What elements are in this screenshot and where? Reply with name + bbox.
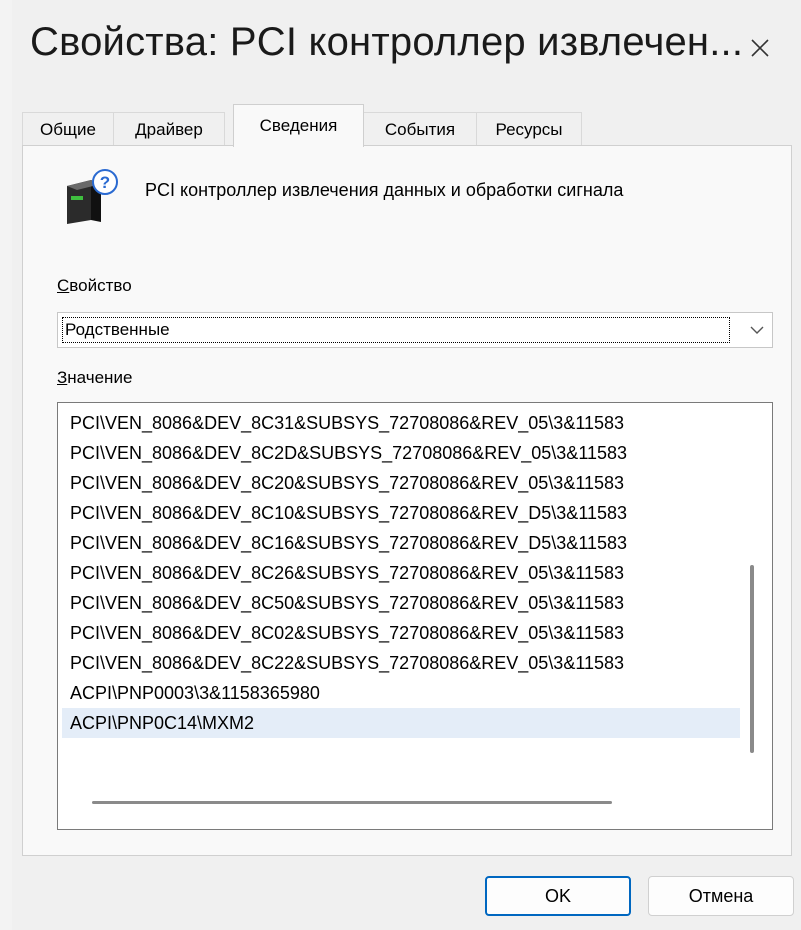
property-label: Свойство bbox=[57, 276, 132, 296]
horizontal-scrollbar[interactable] bbox=[92, 801, 612, 804]
tab-details[interactable]: Сведения bbox=[233, 104, 364, 147]
close-icon bbox=[751, 39, 769, 57]
list-item[interactable]: PCI\VEN_8086&DEV_8C22&SUBSYS_72708086&RE… bbox=[70, 648, 744, 678]
chevron-down-icon bbox=[750, 326, 764, 334]
device-name: PCI контроллер извлечения данных и обраб… bbox=[145, 180, 624, 200]
unknown-device-icon: ? bbox=[67, 169, 118, 224]
tab-resources[interactable]: Ресурсы bbox=[476, 112, 582, 146]
list-item[interactable]: PCI\VEN_8086&DEV_8C16&SUBSYS_72708086&RE… bbox=[70, 528, 744, 558]
tab-driver[interactable]: Драйвер bbox=[113, 112, 225, 146]
list-item[interactable]: PCI\VEN_8086&DEV_8C10&SUBSYS_72708086&RE… bbox=[70, 498, 744, 528]
title-bar: Свойства: PCI контроллер извлечен... bbox=[12, 0, 801, 100]
tab-general[interactable]: Общие bbox=[22, 112, 114, 146]
tab-strip: Общие Драйвер Сведения События Ресурсы bbox=[22, 104, 782, 147]
value-label-text: начение bbox=[67, 368, 133, 387]
list-item[interactable]: PCI\VEN_8086&DEV_8C31&SUBSYS_72708086&RE… bbox=[70, 408, 744, 438]
property-label-text: войство bbox=[69, 276, 132, 295]
value-label-accel: З bbox=[57, 368, 68, 387]
list-item[interactable]: PCI\VEN_8086&DEV_8C50&SUBSYS_72708086&RE… bbox=[70, 588, 744, 618]
vertical-scrollbar[interactable] bbox=[750, 565, 754, 753]
properties-dialog: Свойства: PCI контроллер извлечен... Общ… bbox=[12, 0, 801, 930]
list-item[interactable]: PCI\VEN_8086&DEV_8C26&SUBSYS_72708086&RE… bbox=[70, 558, 744, 588]
tab-events[interactable]: События bbox=[363, 112, 477, 146]
dialog-footer: OK Отмена bbox=[12, 856, 801, 930]
property-dropdown[interactable]: Родственные bbox=[57, 312, 773, 348]
cancel-button[interactable]: Отмена bbox=[648, 876, 794, 916]
ok-button[interactable]: OK bbox=[485, 876, 631, 916]
close-button[interactable] bbox=[732, 22, 788, 74]
value-listbox[interactable]: PCI\VEN_8086&DEV_8C31&SUBSYS_72708086&RE… bbox=[57, 402, 773, 830]
list-item[interactable]: PCI\VEN_8086&DEV_8C2D&SUBSYS_72708086&RE… bbox=[70, 438, 744, 468]
details-panel: ? PCI контроллер извлечения данных и обр… bbox=[22, 145, 792, 856]
list-item[interactable]: PCI\VEN_8086&DEV_8C02&SUBSYS_72708086&RE… bbox=[70, 618, 744, 648]
list-item-selected[interactable]: ACPI\PNP0C14\MXM2 bbox=[62, 708, 740, 738]
value-label: Значение bbox=[57, 368, 132, 388]
svg-text:?: ? bbox=[100, 173, 110, 192]
property-dropdown-value: Родственные bbox=[62, 317, 730, 343]
property-label-accel: С bbox=[57, 276, 70, 295]
list-item[interactable]: ACPI\PNP0003\3&1158365980 bbox=[70, 678, 744, 708]
list-item[interactable]: PCI\VEN_8086&DEV_8C20&SUBSYS_72708086&RE… bbox=[70, 468, 744, 498]
window-title: Свойства: PCI контроллер извлечен... bbox=[30, 20, 744, 64]
